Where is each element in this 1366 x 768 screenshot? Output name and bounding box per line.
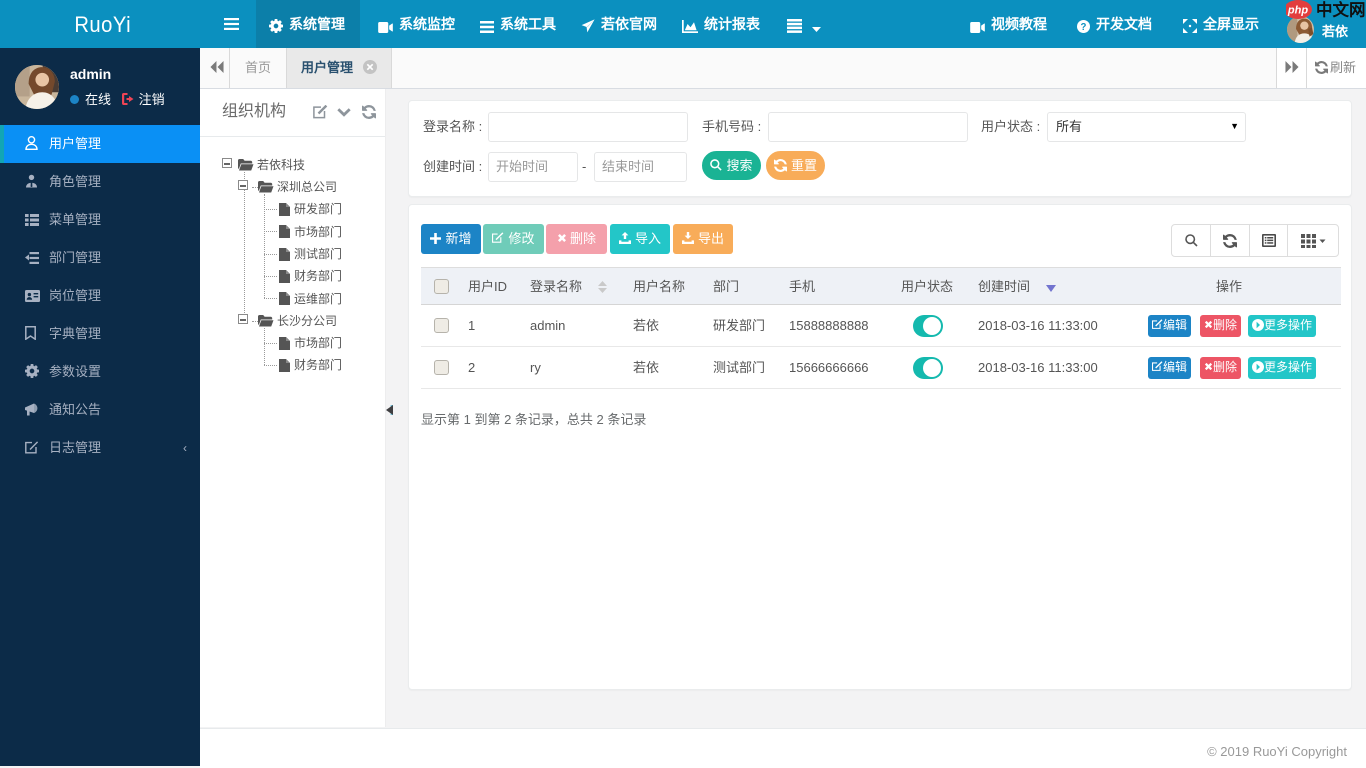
svg-text:?: ? <box>1081 22 1087 33</box>
svg-text:中文网: 中文网 <box>1316 0 1366 20</box>
svg-text:php: php <box>1287 5 1308 17</box>
